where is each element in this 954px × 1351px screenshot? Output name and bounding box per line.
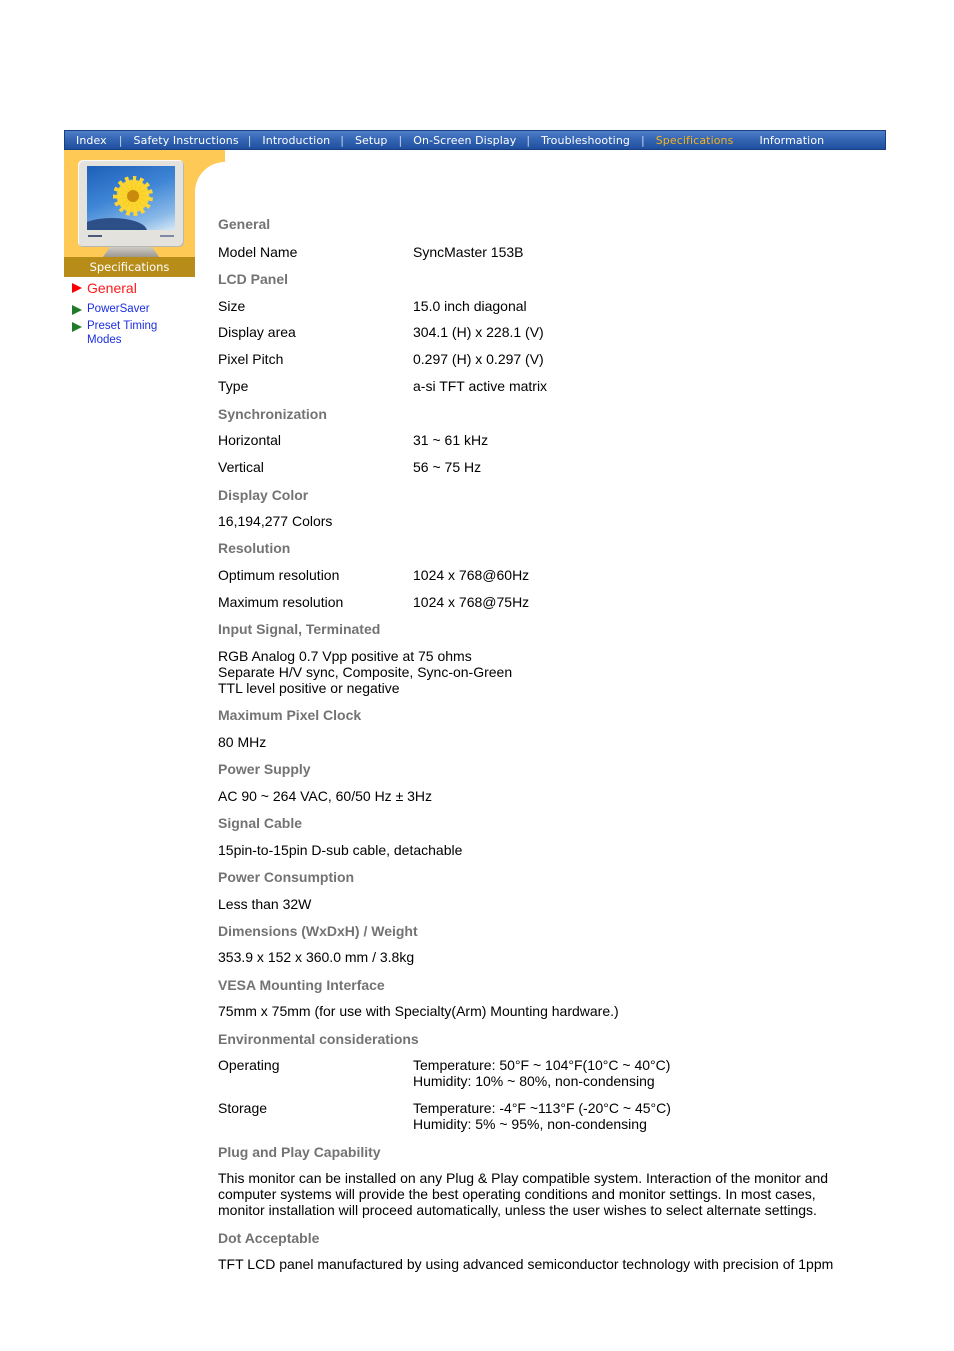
section-heading-plug-and-play: Plug and Play Capability: [218, 1144, 381, 1160]
spec-label: Model Name: [218, 244, 298, 260]
spec-text-line: monitor installation will proceed automa…: [218, 1202, 817, 1218]
nav-information[interactable]: Information: [759, 134, 824, 147]
spec-label: Vertical: [218, 459, 264, 475]
section-heading-input-signal: Input Signal, Terminated: [218, 621, 381, 637]
nav-separator: |: [118, 133, 123, 147]
monitor-model-label: [160, 235, 174, 237]
section-heading-general: General: [218, 216, 271, 232]
section-heading-power-supply: Power Supply: [218, 761, 311, 777]
nav-setup[interactable]: Setup: [355, 134, 388, 147]
spec-text-line: computer systems will provide the best o…: [218, 1186, 816, 1202]
spec-value: 31 ~ 61 kHz: [413, 432, 489, 448]
spec-text: TFT LCD panel manufactured by using adva…: [218, 1256, 834, 1272]
monitor-illustration: [78, 160, 184, 247]
screen-hill-decoration: [87, 218, 147, 230]
spec-text: 80 MHz: [218, 734, 267, 750]
spec-text-line: Separate H/V sync, Composite, Sync-on-Gr…: [218, 664, 513, 680]
nav-separator: |: [340, 133, 344, 147]
spec-value: 1024 x 768@75Hz: [413, 594, 530, 610]
spec-label: Size: [218, 298, 246, 314]
section-heading-environmental: Environmental considerations: [218, 1031, 419, 1047]
flower-center-icon: [127, 190, 139, 202]
spec-value: 0.297 (H) x 0.297 (V): [413, 351, 544, 367]
side-item-label: PowerSaver: [87, 303, 150, 315]
spec-value: 15.0 inch diagonal: [413, 298, 527, 314]
nav-troubleshooting[interactable]: Troubleshooting: [541, 134, 630, 147]
section-heading-display-color: Display Color: [218, 487, 309, 503]
spec-text-line: This monitor can be installed on any Plu…: [218, 1170, 829, 1186]
nav-safety-instructions[interactable]: Safety Instructions: [134, 134, 239, 147]
spec-text: Less than 32W: [218, 896, 312, 912]
spec-label: Operating: [218, 1057, 280, 1073]
monitor-stand: [103, 247, 159, 257]
section-heading-vesa: VESA Mounting Interface: [218, 977, 385, 993]
section-heading-synchronization: Synchronization: [218, 406, 327, 422]
spec-value: 56 ~ 75 Hz: [413, 459, 482, 475]
spec-label: Optimum resolution: [218, 567, 340, 583]
section-heading-dimensions: Dimensions (WxDxH) / Weight: [218, 923, 418, 939]
spec-label: Pixel Pitch: [218, 351, 284, 367]
spec-label: Horizontal: [218, 432, 282, 448]
nav-separator: |: [247, 133, 252, 147]
section-heading-max-pixel-clock: Maximum Pixel Clock: [218, 707, 362, 723]
green-arrow-icon: [72, 322, 82, 332]
nav-introduction[interactable]: Introduction: [262, 134, 330, 147]
monitor-brand-label: [88, 235, 102, 237]
side-item-general[interactable]: General: [72, 280, 137, 296]
spec-text: 15pin-to-15pin D-sub cable, detachable: [218, 842, 463, 858]
nav-on-screen-display[interactable]: On-Screen Display: [413, 134, 516, 147]
spec-value: a-si TFT active matrix: [413, 378, 548, 394]
monitor-screen: [87, 166, 175, 230]
side-item-label: Preset Timing Modes: [87, 320, 158, 346]
spec-value: SyncMaster 153B: [413, 244, 524, 260]
spec-value: Temperature: 50°F ~ 104°F(10°C ~ 40°C): [413, 1057, 671, 1073]
nav-index[interactable]: Index: [76, 134, 107, 147]
nav-separator: |: [398, 133, 403, 147]
spec-row-operating: Operating Temperature: 50°F ~ 104°F(10°C…: [218, 1057, 818, 1089]
section-heading-dot-acceptable: Dot Acceptable: [218, 1230, 320, 1246]
spec-text: 353.9 x 152 x 360.0 mm / 3.8kg: [218, 949, 415, 965]
spec-text: 75mm x 75mm (for use with Specialty(Arm)…: [218, 1003, 619, 1019]
spec-text-line: TTL level positive or negative: [218, 680, 400, 696]
side-item-powersaver[interactable]: PowerSaver: [72, 302, 150, 316]
nav-separator: |: [640, 133, 645, 147]
spec-text: AC 90 ~ 264 VAC, 60/50 Hz ± 3Hz: [218, 788, 433, 804]
red-arrow-icon: [72, 283, 82, 293]
spec-label: Type: [218, 378, 249, 394]
section-heading-power-consumption: Power Consumption: [218, 869, 355, 885]
section-banner: Specifications: [64, 257, 195, 277]
spec-value: Humidity: 5% ~ 95%, non-condensing: [413, 1116, 647, 1132]
spec-text: 16,194,277 Colors: [218, 513, 333, 529]
spec-row-storage: Storage Temperature: -4°F ~113°F (-20°C …: [218, 1100, 818, 1132]
green-arrow-icon: [72, 305, 82, 315]
spec-text-line: RGB Analog 0.7 Vpp positive at 75 ohms: [218, 648, 472, 664]
header-rounded-corner: [195, 150, 225, 200]
spec-label: Maximum resolution: [218, 594, 344, 610]
spec-value: Humidity: 10% ~ 80%, non-condensing: [413, 1073, 655, 1089]
spec-label: Storage: [218, 1100, 268, 1116]
section-heading-lcd-panel: LCD Panel: [218, 271, 289, 287]
side-item-preset-timing-modes[interactable]: Preset Timing Modes: [72, 319, 182, 347]
spec-label: Display area: [218, 324, 296, 340]
spec-value: 304.1 (H) x 228.1 (V): [413, 324, 544, 340]
top-navigation-bar: Index | Safety Instructions | Introducti…: [64, 130, 886, 150]
nav-separator: |: [526, 133, 531, 147]
section-heading-resolution: Resolution: [218, 540, 291, 556]
side-item-label: General: [87, 280, 137, 296]
spec-value: Temperature: -4°F ~113°F (-20°C ~ 45°C): [413, 1100, 671, 1116]
nav-specifications[interactable]: Specifications: [656, 134, 734, 147]
section-heading-signal-cable: Signal Cable: [218, 815, 303, 831]
spec-value: 1024 x 768@60Hz: [413, 567, 530, 583]
